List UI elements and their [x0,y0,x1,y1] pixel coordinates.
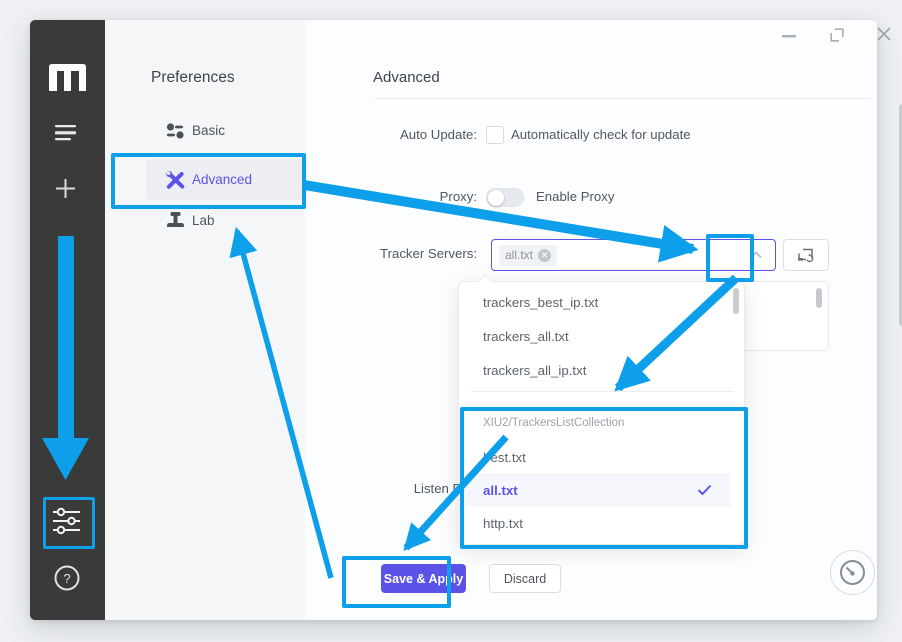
close-button[interactable] [877,27,891,41]
textarea-scrollbar[interactable] [816,288,822,308]
engine-status-button[interactable] [830,550,875,595]
task-list-icon[interactable] [55,125,77,141]
help-icon[interactable]: ? [54,565,80,591]
tag-remove-icon[interactable]: ✕ [538,249,551,262]
toggle-knob [488,190,504,206]
page-title: Advanced [373,69,440,86]
dropdown-notch [477,275,493,283]
sidebar-item-basic[interactable]: Basic [146,120,326,144]
dropdown-divider [471,391,734,392]
sidebar-item-label: Basic [192,123,225,138]
dropdown-item[interactable]: trackers_best_ip.txt [460,285,730,319]
motrix-preferences-window: ? Preferences Basic [30,20,877,620]
proxy-toggle[interactable] [486,188,524,207]
maximize-button[interactable] [830,28,844,42]
motrix-logo-icon [49,64,86,91]
preferences-title: Preferences [151,69,235,87]
add-task-icon[interactable] [55,178,76,199]
dropdown-scrollbar[interactable] [733,288,739,314]
annotation-box-advanced [111,153,306,209]
sidebar-item-label: Lab [192,213,215,228]
selected-tracker-tag[interactable]: all.txt ✕ [499,245,557,266]
minimize-button[interactable] [780,31,798,41]
stamp-icon [167,212,184,230]
discard-button[interactable]: Discard [489,564,561,593]
title-divider [373,98,871,99]
proxy-toggle-label: Enable Proxy [536,189,614,204]
tag-label: all.txt [505,248,533,262]
speed-gauge-icon [839,559,866,586]
auto-update-label: Auto Update: [327,127,477,142]
annotation-box-dropdown-group [460,407,748,549]
annotation-box-chevron [706,234,754,282]
sync-trackers-button[interactable] [783,239,829,271]
sidebar-item-lab[interactable]: Lab [146,209,326,233]
annotation-box-save-button [342,556,451,608]
screenshot-canvas: ? Preferences Basic [0,0,902,642]
toggles-icon [166,123,185,139]
auto-update-checkbox[interactable] [486,126,504,144]
auto-update-checkbox-label: Automatically check for update [511,127,691,142]
proxy-label: Proxy: [327,189,477,204]
preferences-panel: Preferences Basic [105,20,305,620]
svg-text:?: ? [63,571,70,586]
annotation-box-settings-icon [43,497,95,549]
tracker-servers-label: Tracker Servers: [327,246,477,261]
dropdown-item[interactable]: trackers_all.txt [460,319,730,353]
dropdown-item[interactable]: trackers_all_ip.txt [460,353,730,387]
